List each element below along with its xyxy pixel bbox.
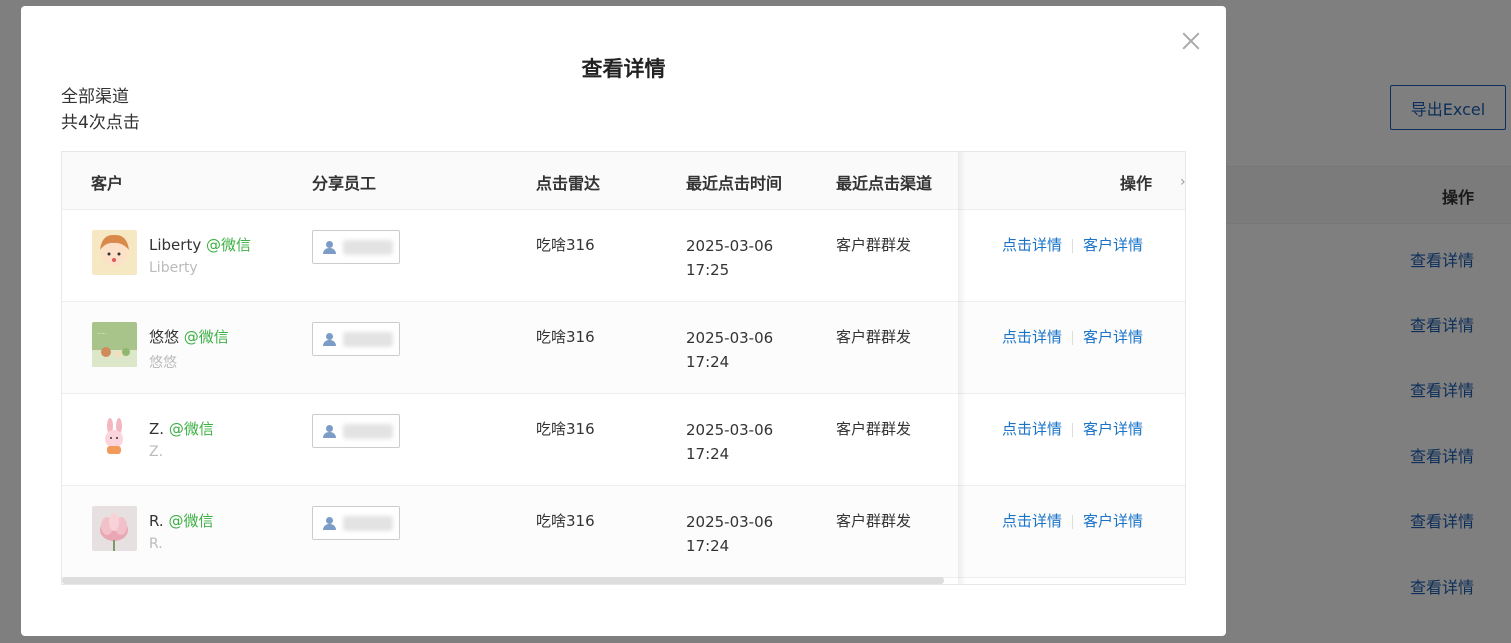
radar-cell: 吃啥316 [536, 328, 595, 346]
customer-name: 悠悠 @微信 [149, 328, 229, 346]
click-detail-link[interactable]: 点击详情 [1002, 328, 1062, 346]
row-actions: 点击详情 客户详情 [1002, 418, 1143, 439]
customer-detail-link[interactable]: 客户详情 [1083, 512, 1143, 530]
blurred-staff-name [343, 424, 393, 439]
customer-subname: Liberty [149, 260, 198, 276]
customer-subname: 悠悠 [149, 355, 177, 371]
clicks-table: 客户 分享员工 点击雷达 最近点击时间 最近点击渠道 操作 › Liberty … [61, 151, 1186, 585]
modal-title: 查看详情 [581, 57, 666, 81]
customer-subname: Z. [149, 444, 164, 460]
user-icon [323, 241, 337, 255]
click-detail-link[interactable]: 点击详情 [1002, 236, 1062, 254]
table-row: Liberty @微信 Liberty 吃啥316 2025-03-06 17:2… [62, 210, 1185, 302]
click-detail-link[interactable]: 点击详情 [1002, 420, 1062, 438]
time-cell: 2025-03-06 17:25 [686, 237, 774, 279]
blurred-staff-name [343, 240, 393, 255]
channel-cell: 客户群群发 [836, 328, 912, 346]
wechat-tag: @微信 [205, 236, 251, 254]
radar-cell: 吃啥316 [536, 512, 595, 530]
channel-filter-label: 全部渠道 [61, 87, 129, 107]
table-header: 客户 分享员工 点击雷达 最近点击时间 最近点击渠道 操作 › [62, 152, 1185, 210]
time-cell: 2025-03-06 17:24 [686, 329, 774, 371]
wechat-tag: @微信 [168, 420, 214, 438]
column-header-staff: 分享员工 [312, 174, 377, 193]
more-columns-icon: › [1180, 174, 1186, 190]
avatar [92, 230, 137, 275]
blurred-staff-name [343, 516, 393, 531]
staff-tag [312, 414, 400, 448]
column-header-actions: 操作 [1120, 174, 1153, 193]
user-icon [323, 333, 337, 347]
column-header-customer: 客户 [91, 174, 124, 193]
row-actions: 点击详情 客户详情 [1002, 326, 1143, 347]
channel-cell: 客户群群发 [836, 420, 912, 438]
customer-detail-link[interactable]: 客户详情 [1083, 236, 1143, 254]
wechat-tag: @微信 [183, 328, 229, 346]
table-row: R. @微信 R. 吃啥316 2025-03-06 17:24 客户群群发 点击… [62, 486, 1185, 578]
blurred-staff-name [343, 332, 393, 347]
user-icon [323, 517, 337, 531]
avatar [92, 506, 137, 551]
user-icon [323, 425, 337, 439]
time-cell: 2025-03-06 17:24 [686, 513, 774, 555]
avatar: ..... [92, 322, 137, 367]
table-row: ..... 悠悠 @微信 悠悠 吃啥316 2025-03-06 17:24 客户… [62, 302, 1185, 394]
detail-modal: 查看详情 全部渠道 共4次点击 客户 分享员工 点击雷达 最近点击时间 最近点击… [21, 6, 1226, 636]
channel-cell: 客户群群发 [836, 236, 912, 254]
customer-subname: R. [149, 536, 163, 552]
wechat-tag: @微信 [168, 512, 214, 530]
avatar [92, 414, 137, 459]
fixed-column-shadow [958, 152, 966, 584]
row-actions: 点击详情 客户详情 [1002, 234, 1143, 255]
customer-name: Liberty @微信 [149, 236, 251, 254]
channel-cell: 客户群群发 [836, 512, 912, 530]
close-icon[interactable] [1180, 30, 1202, 52]
column-header-time: 最近点击时间 [686, 174, 783, 193]
customer-detail-link[interactable]: 客户详情 [1083, 420, 1143, 438]
column-header-radar: 点击雷达 [536, 174, 601, 193]
customer-name: Z. @微信 [149, 420, 214, 438]
staff-tag [312, 322, 400, 356]
time-cell: 2025-03-06 17:24 [686, 421, 774, 463]
customer-detail-link[interactable]: 客户详情 [1083, 328, 1143, 346]
column-header-channel: 最近点击渠道 [836, 174, 933, 193]
horizontal-scrollbar[interactable] [62, 577, 944, 584]
radar-cell: 吃啥316 [536, 236, 595, 254]
customer-name: R. @微信 [149, 512, 214, 530]
total-clicks-label: 共4次点击 [61, 113, 140, 133]
staff-tag [312, 506, 400, 540]
staff-tag [312, 230, 400, 264]
table-row: Z. @微信 Z. 吃啥316 2025-03-06 17:24 客户群群发 点击… [62, 394, 1185, 486]
row-actions: 点击详情 客户详情 [1002, 510, 1143, 531]
click-detail-link[interactable]: 点击详情 [1002, 512, 1062, 530]
radar-cell: 吃啥316 [536, 420, 595, 438]
svg-text:.....: ..... [97, 329, 107, 336]
